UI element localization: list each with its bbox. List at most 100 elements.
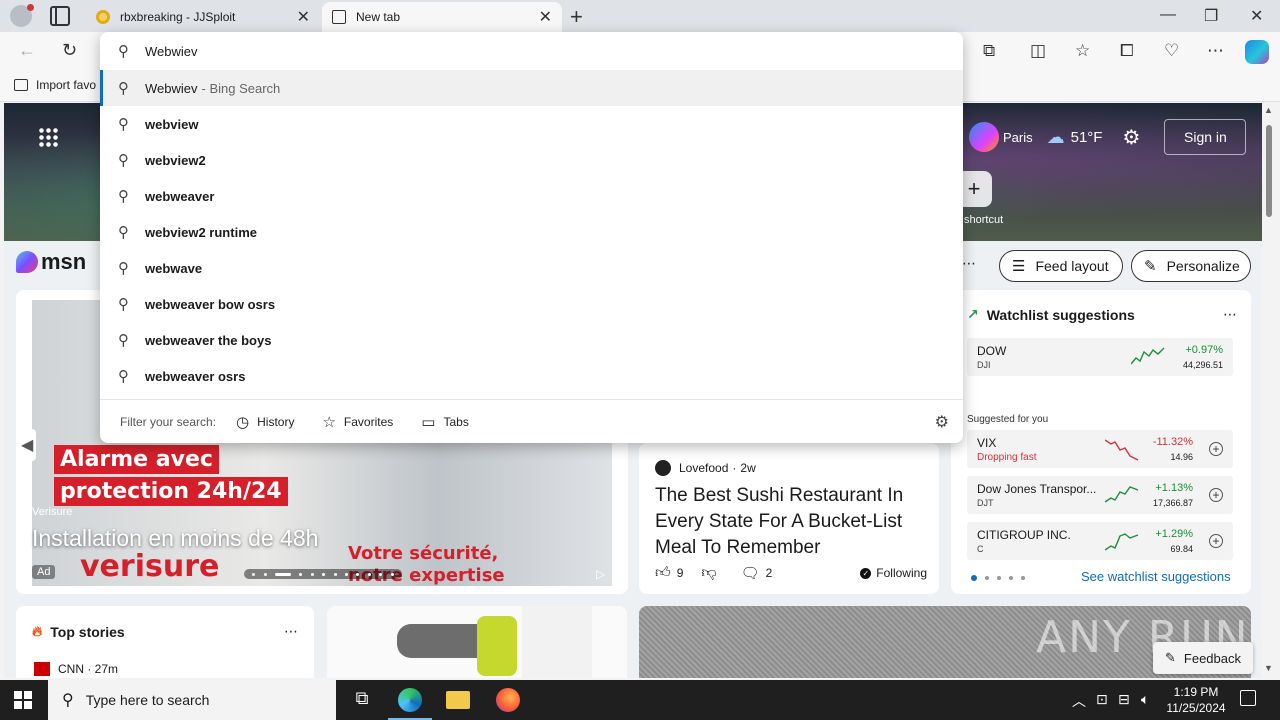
edge-app-icon[interactable] (388, 688, 432, 720)
more-options-icon[interactable]: ⋯ (962, 255, 976, 272)
carousel-dot[interactable] (379, 572, 383, 576)
tray-device-icon[interactable]: ⊡ (1096, 691, 1108, 708)
carousel-dot[interactable] (333, 572, 337, 576)
taskbar-search[interactable]: ⚲ Type here to search (48, 680, 336, 720)
suggestion-item[interactable]: ⚲ webwave (100, 250, 963, 286)
add-to-watchlist-icon[interactable]: + (1209, 488, 1223, 502)
scroll-thumb[interactable] (1266, 125, 1272, 217)
msn-logo[interactable]: msn (16, 249, 86, 275)
filter-tabs-button[interactable]: ▭ Tabs (421, 413, 469, 431)
watchlist-pager[interactable] (971, 575, 1033, 581)
show-hidden-icons-icon[interactable]: ︿ (1072, 691, 1086, 711)
stock-row-djt[interactable]: Dow Jones Transpor... DJT +1.13% 17,366.… (967, 476, 1233, 514)
pager-dot-active[interactable] (971, 575, 977, 581)
copilot-icon[interactable] (1245, 40, 1269, 64)
suggestion-item[interactable]: ⚲ webweaver (100, 178, 963, 214)
suggestion-item[interactable]: ⚲ webweaver the boys (100, 322, 963, 358)
page-scrollbar[interactable]: ▲ ▼ (1262, 103, 1276, 678)
dislike-button[interactable]: 👎︎ (701, 564, 722, 582)
carousel-dot[interactable] (263, 572, 267, 576)
stock-row-dow[interactable]: DOW DJI +0.97% 44,296.51 (967, 338, 1233, 376)
carousel-dot[interactable] (345, 572, 349, 576)
carousel-dot[interactable] (299, 572, 303, 576)
suggestion-item[interactable]: ⚲ webweaver osrs (100, 358, 963, 394)
volume-icon[interactable]: 🔈︎ (1141, 691, 1149, 708)
carousel-dot[interactable] (322, 572, 326, 576)
ad-choices-icon[interactable]: ▷ (596, 567, 605, 581)
personalize-button[interactable]: ✎ Personalize (1131, 250, 1251, 282)
carousel-dot[interactable] (356, 572, 360, 576)
like-button[interactable]: 👍︎ 9 (655, 564, 683, 582)
system-clock[interactable]: 1:19 PM 11/25/2024 (1164, 684, 1228, 716)
suggestion-item[interactable]: ⚲ Webwiev - Bing Search (100, 70, 963, 106)
add-to-watchlist-icon[interactable]: + (1209, 534, 1223, 548)
see-watchlist-link[interactable]: See watchlist suggestions (1081, 569, 1231, 584)
more-options-icon[interactable]: ⋯ (1207, 41, 1224, 61)
task-view-icon[interactable]: ⧉ (350, 688, 374, 712)
story-source[interactable]: CNN · 27m (34, 662, 118, 676)
restore-icon[interactable]: ❐ (1204, 6, 1218, 26)
import-favorites-button[interactable]: Import favo (14, 78, 96, 92)
suggestion-item[interactable]: ⚲ webview (100, 106, 963, 142)
pager-dot[interactable] (997, 576, 1001, 580)
start-windows-icon[interactable] (14, 691, 32, 709)
feedback-button[interactable]: ✎ Feedback (1153, 642, 1253, 674)
settings-gear-icon[interactable]: ⚙ (1122, 125, 1140, 150)
article-card[interactable]: Lovefood · 2w The Best Sushi Restaurant … (639, 443, 939, 594)
tab-close-icon[interactable]: ✕ (539, 7, 552, 27)
weather-temp[interactable]: 51°F (1071, 129, 1103, 146)
pager-dot[interactable] (1009, 576, 1013, 580)
carousel-dot[interactable] (390, 572, 394, 576)
filter-history-button[interactable]: ◷ History (236, 413, 294, 431)
tab-new-tab[interactable]: New tab ✕ (322, 2, 562, 32)
browser-essentials-icon[interactable]: ♡ (1164, 41, 1179, 61)
scroll-down-icon[interactable]: ▼ (1264, 663, 1273, 673)
top-stories-title[interactable]: Top stories (50, 624, 124, 640)
collections-icon[interactable]: ⧠ (1120, 41, 1134, 61)
sign-in-button[interactable]: Sign in (1164, 119, 1247, 155)
firefox-app-icon[interactable] (496, 688, 520, 712)
new-tab-button[interactable]: + (570, 4, 583, 30)
weather-location[interactable]: Paris (1003, 130, 1033, 145)
favorites-star-icon[interactable]: ☆ (1075, 41, 1090, 61)
scroll-up-icon[interactable]: ▲ (1264, 105, 1273, 115)
search-settings-gear-icon[interactable]: ⚙ (935, 412, 949, 432)
carousel-dot[interactable] (310, 572, 314, 576)
suggestion-item[interactable]: ⚲ webweaver bow osrs (100, 286, 963, 322)
minimize-icon[interactable]: — (1160, 6, 1176, 24)
carousel-dot[interactable] (252, 572, 256, 576)
close-window-icon[interactable]: ✕ (1250, 6, 1263, 26)
suggestion-item[interactable]: ⚲ webview2 runtime (100, 214, 963, 250)
back-icon[interactable]: ← (18, 40, 36, 61)
profile-avatar[interactable] (10, 4, 34, 27)
split-screen-icon[interactable]: ◫ (1030, 41, 1046, 61)
tab-jjsploit[interactable]: rbxbreaking - JJSploit ✕ (86, 2, 320, 32)
following-button[interactable]: ✓ Following (860, 566, 927, 580)
extensions-icon[interactable]: ⧉ (983, 41, 995, 61)
file-explorer-icon[interactable] (446, 691, 470, 709)
stock-row-vix[interactable]: VIX Dropping fast -11.32% 14.96 + (967, 430, 1233, 468)
more-options-icon[interactable]: ⋯ (1223, 306, 1237, 323)
more-options-icon[interactable]: ⋯ (284, 623, 298, 640)
carousel-prev-icon[interactable]: ◀ (18, 429, 37, 461)
refresh-icon[interactable]: ↻ (62, 40, 77, 61)
ad-headline[interactable]: Installation en moins de 48h (32, 525, 318, 552)
address-bar[interactable]: ⚲ (100, 32, 963, 70)
suggestion-item[interactable]: ⚲ webview2 (100, 142, 963, 178)
carousel-dot-active[interactable] (275, 572, 292, 576)
apps-launcher-icon[interactable] (38, 127, 58, 147)
pager-dot[interactable] (985, 576, 989, 580)
tab-actions-icon[interactable] (50, 6, 70, 26)
carousel-dot[interactable] (367, 572, 371, 576)
product-image-card[interactable] (327, 606, 627, 678)
pager-dot[interactable] (1021, 576, 1025, 580)
article-title[interactable]: The Best Sushi Restaurant In Every State… (655, 483, 925, 561)
watchlist-title[interactable]: Watchlist suggestions (987, 307, 1135, 323)
add-to-watchlist-icon[interactable]: + (1209, 442, 1223, 456)
copilot-icon[interactable] (969, 122, 999, 152)
network-icon[interactable]: ⊟ (1118, 691, 1130, 708)
stock-row-citigroup[interactable]: CITIGROUP INC. C +1.29% 69.84 + (967, 522, 1233, 560)
filter-favorites-button[interactable]: ☆ Favorites (322, 413, 393, 431)
address-input[interactable] (145, 43, 845, 59)
tab-close-icon[interactable]: ✕ (297, 7, 310, 27)
